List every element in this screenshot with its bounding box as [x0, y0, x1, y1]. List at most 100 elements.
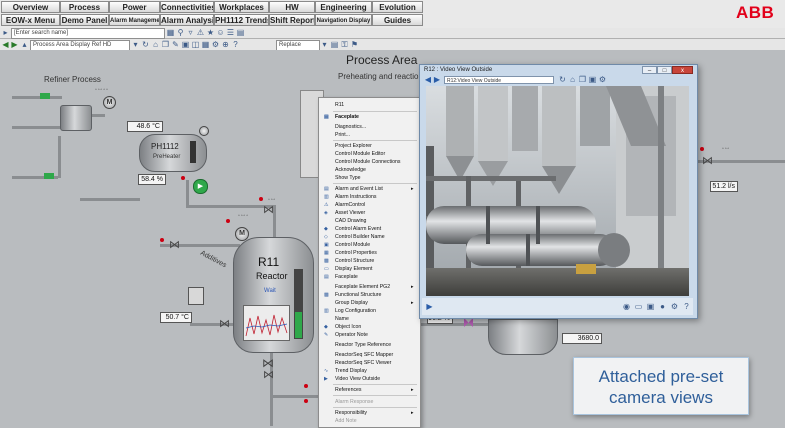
back-icon[interactable]: ◀: [1, 40, 10, 49]
menu-item-reactor-type-reference[interactable]: Reactor Type Reference: [319, 341, 420, 349]
video-address-field[interactable]: R12:Video View Outside: [444, 76, 554, 84]
nav-navigation-display[interactable]: Navigation Display: [315, 14, 372, 26]
search-input[interactable]: [Enter search name]: [11, 28, 165, 39]
grid-icon[interactable]: ▦: [201, 40, 210, 49]
menu-item-faceplate[interactable]: ▤ Faceplate: [319, 113, 420, 121]
menu-item-control-module-connections[interactable]: Control Module Connections: [319, 158, 420, 166]
nav-engineering[interactable]: Engineering: [315, 1, 372, 13]
nav-eow-menu[interactable]: EOW-x Menu: [1, 14, 60, 26]
maximize-button[interactable]: □: [657, 66, 672, 74]
home-icon[interactable]: ⌂: [568, 75, 577, 84]
right-flow-value[interactable]: 51.2 l/s: [710, 181, 738, 192]
split-icon[interactable]: ◫: [191, 40, 200, 49]
menu-item-control-structure[interactable]: ▩ Control Structure: [319, 257, 420, 265]
right-vessel[interactable]: [488, 319, 558, 355]
window-icon[interactable]: ▣: [588, 75, 597, 84]
print-icon[interactable]: ▤: [236, 28, 245, 37]
menu-item-diagnostics[interactable]: Diagnostics...: [319, 123, 420, 131]
nav-ph1112-trends[interactable]: PH1112 Trends: [214, 14, 269, 26]
folder-icon[interactable]: ▭: [634, 302, 643, 311]
menu-item-object-icon[interactable]: ◆ Object Icon: [319, 323, 420, 331]
zoom-icon[interactable]: ⊕: [221, 40, 230, 49]
menu-item-trend-display[interactable]: ∿ Trend Display: [319, 367, 420, 375]
valve-icon[interactable]: ⋈: [263, 203, 274, 216]
help-icon[interactable]: ?: [682, 302, 691, 311]
menu-item-acknowledge[interactable]: Acknowledge: [319, 166, 420, 174]
nav-guides[interactable]: Guides: [372, 14, 423, 26]
help-icon[interactable]: ?: [231, 40, 240, 49]
close-button[interactable]: x: [672, 66, 693, 74]
nav-evolution[interactable]: Evolution: [372, 1, 423, 13]
nav-workplaces[interactable]: Workplaces: [214, 1, 269, 13]
menu-item-cad-drawing[interactable]: CAD Drawing: [319, 217, 420, 225]
refiner-temp-value[interactable]: 48.6 °C: [127, 121, 163, 132]
refresh-icon[interactable]: ↻: [558, 75, 567, 84]
right-value[interactable]: 3680.0: [562, 333, 602, 344]
menu-item-project-explorer[interactable]: Project Explorer: [319, 142, 420, 150]
navigate-icon[interactable]: ▸: [1, 28, 10, 37]
camera-icon[interactable]: ◉: [622, 302, 631, 311]
menu-item-reactorseq-sfc-mapper[interactable]: ReactorSeq SFC Mapper: [319, 351, 420, 359]
refiner-unit[interactable]: [60, 105, 92, 131]
valve-icon[interactable]: ⋈: [169, 238, 180, 251]
menu-item-alarm-instructions[interactable]: ▥ Alarm Instructions: [319, 193, 420, 201]
window-icon[interactable]: ▣: [181, 40, 190, 49]
camera-view-image[interactable]: [426, 86, 689, 296]
nav-power[interactable]: Power: [109, 1, 160, 13]
menu-item-control-alarm-event[interactable]: ◆ Control Alarm Event: [319, 225, 420, 233]
nav-hw[interactable]: HW: [269, 1, 315, 13]
up-icon[interactable]: ▴: [20, 40, 29, 49]
list-icon[interactable]: ☰: [226, 28, 235, 37]
menu-item-show-type[interactable]: Show Type: [319, 174, 420, 182]
lock-icon[interactable]: ⚿: [340, 40, 349, 49]
menu-item-asset-viewer[interactable]: ◈ Asset Viewer: [319, 209, 420, 217]
minimize-button[interactable]: –: [642, 66, 657, 74]
refresh-icon[interactable]: ↻: [141, 40, 150, 49]
record-icon[interactable]: ●: [658, 302, 667, 311]
menu-item-functional-structure[interactable]: ▩ Functional Structure: [319, 291, 420, 299]
user-icon[interactable]: ☺: [216, 28, 225, 37]
menu-item-display-element[interactable]: ▭ Display Element: [319, 265, 420, 273]
menu-item-alarmcontrol[interactable]: ⚠ AlarmControl: [319, 201, 420, 209]
refiner-motor[interactable]: M: [103, 96, 116, 109]
feed-temp-value[interactable]: 50.7 °C: [160, 312, 192, 323]
menu-item-log-configuration[interactable]: ▥ Log Configuration: [319, 307, 420, 315]
replace-dropdown-icon[interactable]: ▾: [320, 40, 329, 49]
menu-item-name[interactable]: Name: [319, 315, 420, 323]
refiner-outlet-valve[interactable]: [44, 173, 54, 179]
menu-item-operator-note[interactable]: ✎ Operator Note: [319, 331, 420, 339]
forward-icon[interactable]: ▶: [433, 75, 441, 84]
menu-item-responsibility[interactable]: Responsibility ▸: [319, 409, 420, 417]
pin-icon[interactable]: ✎: [171, 40, 180, 49]
settings-icon[interactable]: ⚙: [670, 302, 679, 311]
nav-connectivities[interactable]: Connectivities: [160, 1, 214, 13]
layout-icon[interactable]: ▤: [330, 40, 339, 49]
search-icon[interactable]: ⚲: [176, 28, 185, 37]
copy-icon[interactable]: ❐: [578, 75, 587, 84]
menu-item-alarm-event-list[interactable]: ▤ Alarm and Event List ▸: [319, 185, 420, 193]
filter-icon[interactable]: ▿: [186, 28, 195, 37]
menu-item-print[interactable]: Print...: [319, 131, 420, 139]
menu-item-control-module[interactable]: ▣ Control Module: [319, 241, 420, 249]
alarm-icon[interactable]: ⚠: [196, 28, 205, 37]
reactor-trend[interactable]: [243, 305, 290, 341]
menu-item-reactorseq-sfc-viewer[interactable]: ReactorSeq SFC Viewer: [319, 359, 420, 367]
back-icon[interactable]: ◀: [424, 75, 432, 84]
valve-icon[interactable]: ⋈: [219, 317, 230, 330]
nav-process[interactable]: Process: [60, 1, 109, 13]
nav-demo-panel[interactable]: Demo Panel: [60, 14, 109, 26]
reactor-outlet-valve[interactable]: ⋈: [262, 356, 274, 370]
menu-item-control-builder-name[interactable]: ◇ Control Builder Name: [319, 233, 420, 241]
menu-item-faceplate-element-pg2[interactable]: Faceplate Element PG2 ▸: [319, 283, 420, 291]
settings-icon[interactable]: ⚙: [211, 40, 220, 49]
nav-alarm-management[interactable]: Alarm Management: [109, 14, 160, 26]
bookmark-icon[interactable]: ⚑: [350, 40, 359, 49]
pump-icon[interactable]: ▶: [193, 179, 208, 194]
nav-overview[interactable]: Overview: [1, 1, 60, 13]
preheater-level-value[interactable]: 58.4 %: [138, 174, 166, 185]
menu-item-references[interactable]: References ▸: [319, 386, 420, 394]
snapshot-icon[interactable]: ▣: [646, 302, 655, 311]
menu-item-faceplate-2[interactable]: ▤ Faceplate: [319, 273, 420, 281]
menu-item-control-module-editor[interactable]: Control Module Editor: [319, 150, 420, 158]
tree-icon[interactable]: ▦: [166, 28, 175, 37]
